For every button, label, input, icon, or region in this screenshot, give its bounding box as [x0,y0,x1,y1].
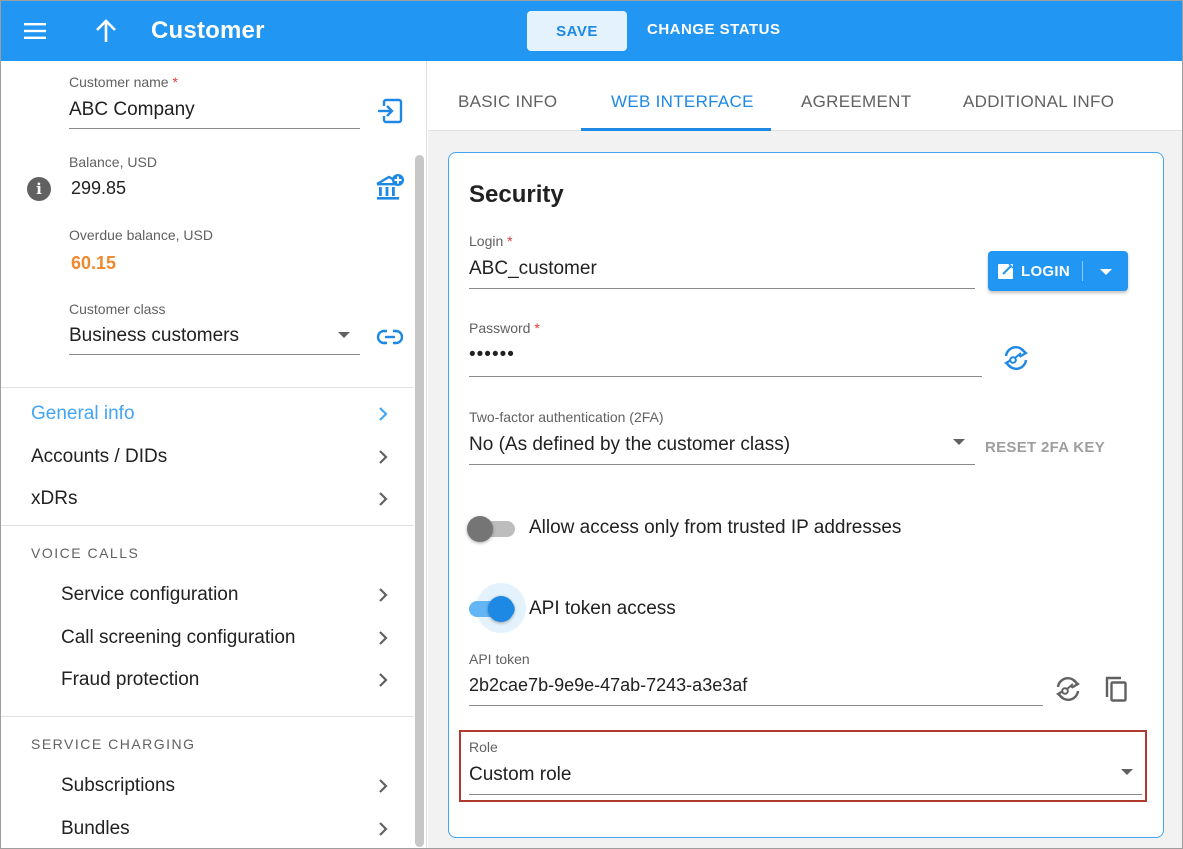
login-input[interactable]: ABC_customer [469,258,597,280]
chevron-down-icon[interactable] [1100,269,1112,275]
chevron-down-icon[interactable] [953,439,965,445]
top-app-bar: Customer SAVE CHANGE STATUS [1,1,1182,61]
chevron-down-icon[interactable] [338,332,350,338]
sidebar-item-call-screening[interactable]: Call screening configuration [1,618,414,658]
sidebar-scrollbar[interactable] [415,155,424,847]
app-window: Customer SAVE CHANGE STATUS Customer nam… [0,0,1183,849]
chevron-down-icon[interactable] [1121,769,1133,775]
sidebar-item-fraud-protection[interactable]: Fraud protection [1,660,414,700]
sidebar-item-bundles[interactable]: Bundles [1,809,414,848]
chevron-right-icon [379,588,388,602]
bank-plus-icon[interactable] [375,173,405,208]
section-header-voice-calls: VOICE CALLS [31,545,140,561]
regenerate-token-icon[interactable] [1053,674,1083,709]
chevron-right-icon [379,450,388,464]
customer-name-underline [69,128,360,129]
divider [1,525,414,526]
edit-window-icon [998,263,1014,279]
copy-icon[interactable] [1103,675,1131,710]
page-title: Customer [151,17,265,44]
login-button[interactable]: LOGIN [988,251,1128,291]
toggle-knob [467,516,493,542]
chevron-right-icon [379,779,388,793]
link-icon[interactable] [376,325,404,354]
security-card: Security Login * ABC_customer LOGIN Pass… [448,152,1164,838]
tab-web-interface[interactable]: WEB INTERFACE [611,92,754,112]
chevron-right-icon [379,631,388,645]
save-button[interactable]: SAVE [527,11,627,51]
info-icon[interactable]: i [27,177,51,201]
chevron-right-icon [379,492,388,506]
role-underline [469,794,1142,795]
divider [1,716,414,717]
customer-name-input[interactable]: ABC Company [69,99,195,121]
role-label: Role [469,739,498,755]
api-token-underline [469,705,1043,706]
login-underline [469,288,975,289]
trusted-ip-label: Allow access only from trusted IP addres… [529,517,902,538]
balance-label: Balance, USD [69,154,157,170]
role-select[interactable]: Custom role [469,764,571,786]
customer-class-underline [69,354,360,355]
split-separator [1082,261,1083,281]
overdue-balance-label: Overdue balance, USD [69,227,213,243]
section-header-service-charging: SERVICE CHARGING [31,736,196,752]
login-as-icon[interactable] [376,97,404,130]
reset-2fa-key-button[interactable]: RESET 2FA KEY [985,439,1105,456]
regenerate-password-icon[interactable] [1001,343,1031,378]
sidebar-item-xdrs[interactable]: xDRs [1,479,414,519]
tab-agreement[interactable]: AGREEMENT [801,92,911,112]
change-status-button[interactable]: CHANGE STATUS [647,21,780,38]
balance-value: 299.85 [71,178,127,198]
password-label: Password * [469,320,540,336]
two-factor-underline [469,464,975,465]
tab-bar: BASIC INFO WEB INTERFACE AGREEMENT ADDIT… [428,61,1182,131]
sidebar-item-accounts-dids[interactable]: Accounts / DIDs [1,437,414,477]
tab-basic-info[interactable]: BASIC INFO [458,92,557,112]
api-token-label: API token [469,651,530,667]
api-access-label: API token access [529,598,676,619]
chevron-right-icon [379,407,388,421]
content-panel: BASIC INFO WEB INTERFACE AGREEMENT ADDIT… [428,61,1182,848]
customer-class-select[interactable]: Business customers [69,325,239,347]
two-factor-select[interactable]: No (As defined by the customer class) [469,434,790,456]
active-tab-indicator [581,128,771,131]
customer-class-label: Customer class [69,301,166,317]
section-title: Security [469,181,564,208]
chevron-right-icon [379,673,388,687]
sidebar-item-general-info[interactable]: General info [1,394,414,434]
menu-icon[interactable] [23,19,49,43]
arrow-up-icon[interactable] [91,15,121,47]
login-label: Login * [469,233,513,249]
password-input[interactable]: •••••• [469,344,515,366]
toggle-knob [488,596,514,622]
api-token-input[interactable]: 2b2cae7b-9e9e-47ab-7243-a3e3af [469,675,747,696]
customer-name-label: Customer name * [69,74,178,90]
sidebar-item-service-configuration[interactable]: Service configuration [1,575,414,615]
sidebar-item-subscriptions[interactable]: Subscriptions [1,766,414,806]
two-factor-label: Two-factor authentication (2FA) [469,409,664,425]
tab-additional-info[interactable]: ADDITIONAL INFO [963,92,1114,112]
overdue-balance-value: 60.15 [71,253,117,273]
divider [1,387,414,388]
chevron-right-icon [379,822,388,836]
password-underline [469,376,982,377]
customer-sidebar: Customer name * ABC Company Balance, USD… [1,61,427,848]
